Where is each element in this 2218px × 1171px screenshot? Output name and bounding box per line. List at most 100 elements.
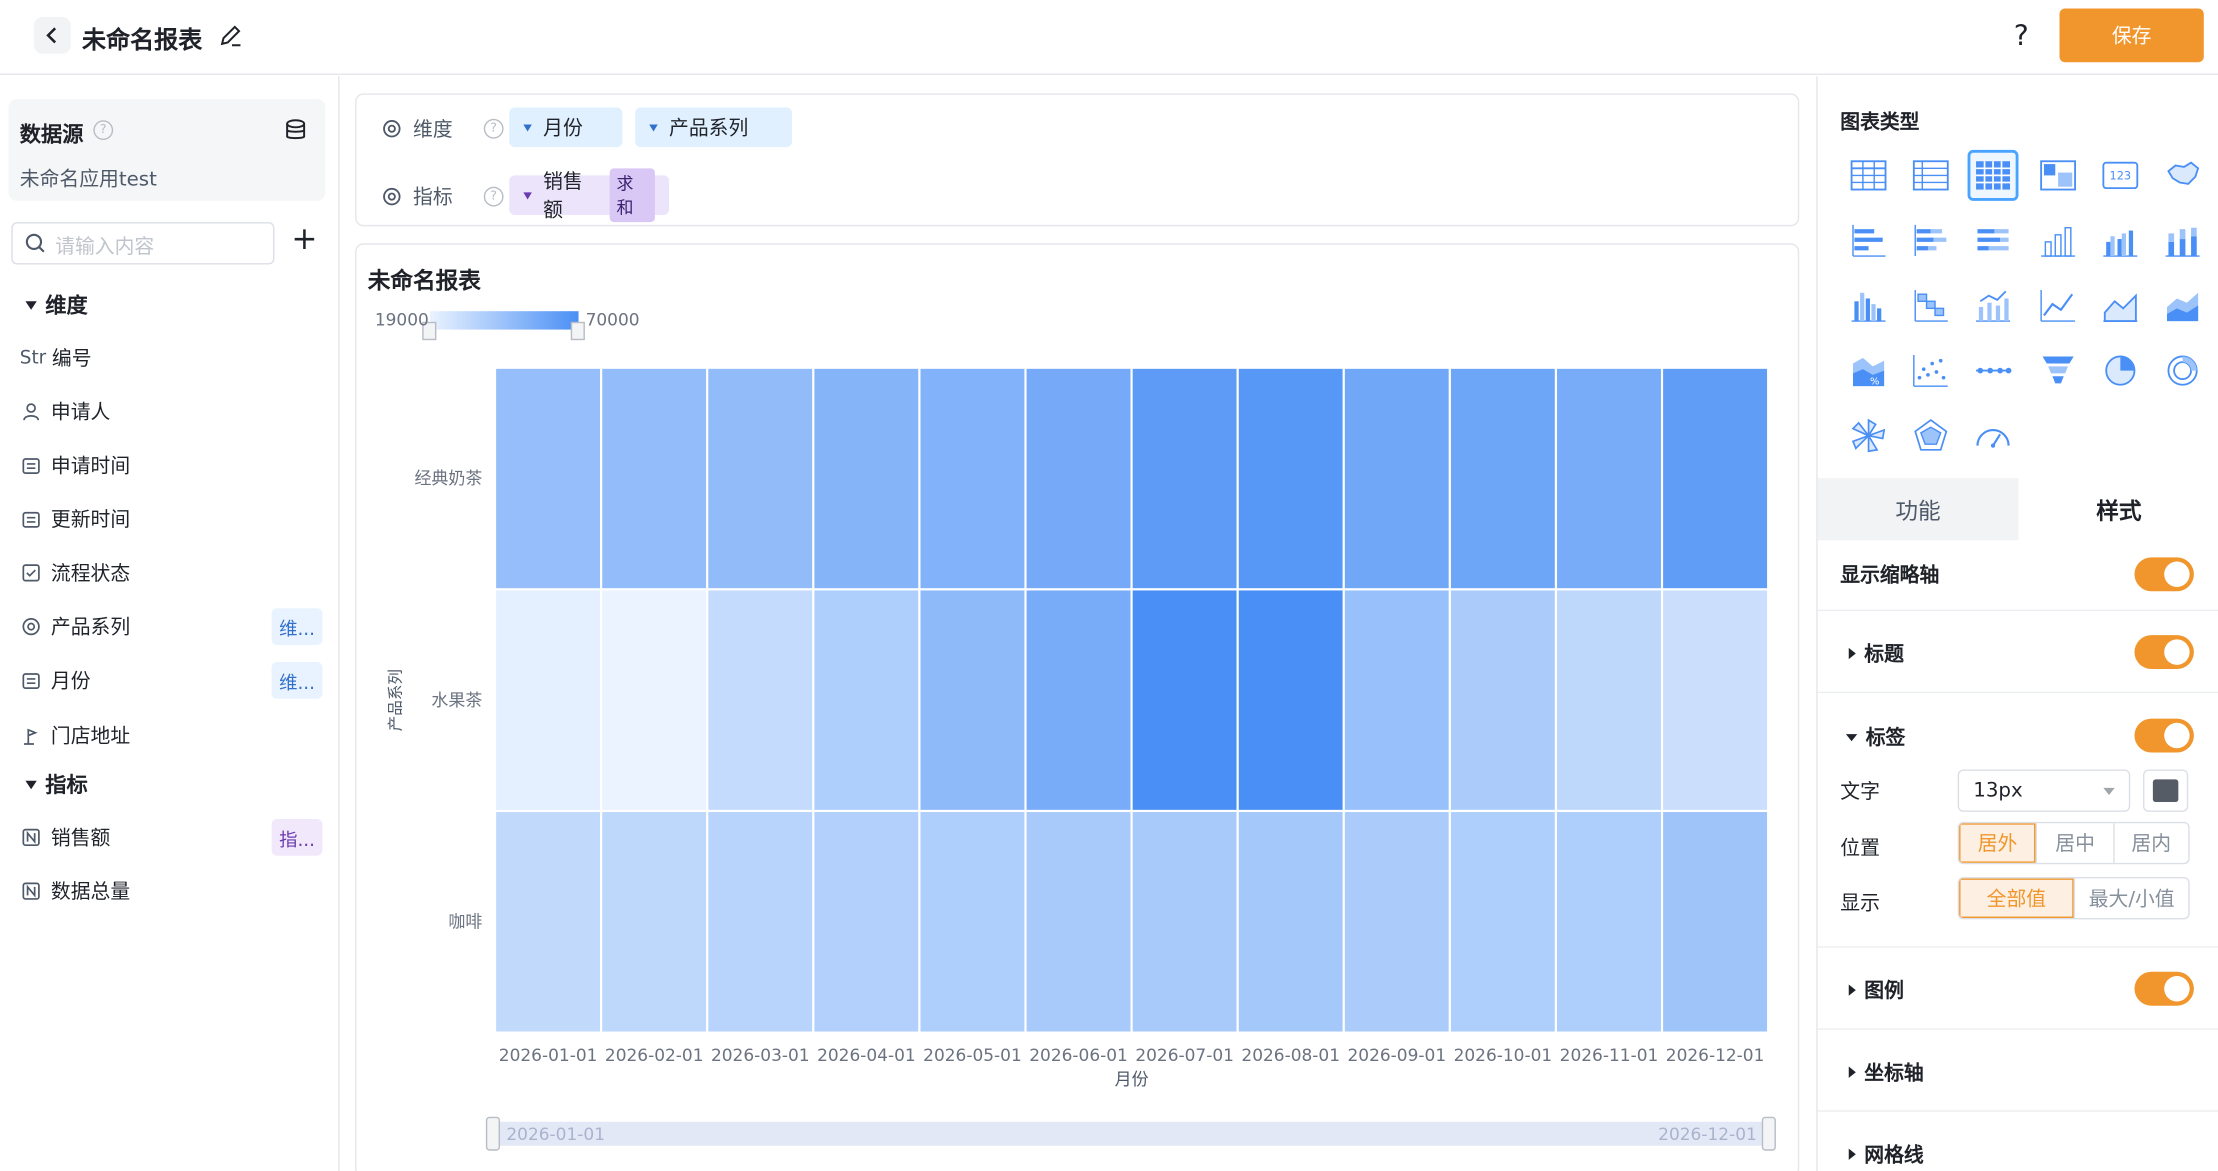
position-center-option[interactable]: 居中 (2035, 823, 2113, 863)
heatmap-cell[interactable] (600, 588, 709, 813)
field-item-id[interactable]: Str 编号 (20, 342, 92, 373)
field-search-input[interactable]: 请输入内容 (11, 222, 275, 265)
heatmap-cell[interactable] (600, 809, 709, 1034)
edit-icon[interactable] (218, 23, 243, 48)
number-card-icon[interactable]: 123 (2098, 153, 2143, 198)
pie-chart-icon[interactable] (2098, 348, 2143, 393)
heatmap-cell[interactable] (1236, 366, 1345, 591)
heatmap-cell[interactable] (1130, 588, 1239, 813)
gantt-chart-icon[interactable] (1908, 283, 1953, 328)
field-item-count[interactable]: 数据总量 (20, 876, 130, 907)
help-icon[interactable]: ? (483, 118, 504, 139)
heatmap-cell[interactable] (706, 366, 815, 591)
heatmap-cell[interactable] (1342, 366, 1451, 591)
position-outside-option[interactable]: 居外 (1959, 823, 2036, 863)
heatmap-cell[interactable] (1448, 809, 1558, 1034)
heatmap-cell[interactable] (812, 366, 921, 591)
display-all-option[interactable]: 全部值 (1959, 878, 2074, 919)
heatmap-cell[interactable] (1342, 809, 1451, 1034)
field-item-update-time[interactable]: 更新时间 (20, 504, 130, 535)
heatmap-cell[interactable] (706, 588, 815, 813)
heatmap-cell[interactable] (1236, 809, 1345, 1034)
heatmap-cell[interactable] (812, 588, 921, 813)
heatmap-cell[interactable] (1130, 809, 1239, 1034)
metric-section-header[interactable]: 指标 (25, 769, 88, 799)
field-item-product-series[interactable]: 产品系列 (20, 611, 130, 642)
dot-line-icon[interactable] (1970, 348, 2015, 393)
heatmap-cell[interactable] (1554, 809, 1664, 1034)
heatmap-cell[interactable] (918, 809, 1027, 1034)
heatmap-cell[interactable] (1024, 588, 1133, 813)
radar-chart-icon[interactable] (1908, 413, 1953, 458)
datasource-card[interactable]: 数据源 ? 未命名应用test (8, 99, 326, 201)
display-minmax-option[interactable]: 最大/小值 (2073, 878, 2189, 919)
save-button[interactable]: 保存 (2059, 8, 2204, 63)
heatmap-cell[interactable] (1342, 588, 1451, 813)
heatmap-cell[interactable] (1236, 588, 1345, 813)
table-chart-icon[interactable] (1846, 153, 1891, 198)
bar-line-combo-icon[interactable] (1970, 283, 2015, 328)
heatmap-cell[interactable] (494, 588, 603, 813)
metric-pill-sales[interactable]: 销售额 求和 (509, 168, 670, 223)
percent-area-icon[interactable]: % (1846, 348, 1891, 393)
heatmap-cell[interactable] (918, 588, 1027, 813)
title-toggle[interactable] (2134, 635, 2194, 670)
heatmap-cell[interactable] (1130, 366, 1239, 591)
heatmap-cell[interactable] (494, 809, 603, 1034)
donut-chart-icon[interactable] (2160, 348, 2205, 393)
help-icon[interactable]: ? (2006, 18, 2037, 52)
heatmap-cell[interactable] (918, 366, 1027, 591)
tab-function[interactable]: 功能 (1817, 478, 2019, 541)
heatmap-chart-icon[interactable] (1967, 149, 2019, 201)
dimension-pill-product-series[interactable]: 产品系列 (635, 107, 793, 148)
heatmap-cell[interactable] (1448, 366, 1558, 591)
horizontal-bar-icon[interactable] (1846, 218, 1891, 263)
rose-chart-icon[interactable] (1846, 413, 1891, 458)
data-zoom-end-handle[interactable] (1761, 1116, 1776, 1151)
column-chart-icon[interactable] (2035, 218, 2080, 263)
tab-style[interactable]: 样式 (2018, 478, 2218, 541)
field-item-month[interactable]: 月份 (20, 665, 91, 696)
grid-setting-row[interactable]: 网格线 (1818, 1112, 2218, 1171)
heatmap-cell[interactable] (1024, 366, 1133, 591)
help-icon[interactable]: ? (483, 186, 504, 207)
percent-bar-icon[interactable] (1970, 218, 2015, 263)
field-item-apply-time[interactable]: 申请时间 (20, 450, 130, 481)
heatmap-cell[interactable] (494, 366, 603, 591)
line-chart-icon[interactable] (2035, 283, 2080, 328)
dimension-pill-month[interactable]: 月份 (509, 107, 623, 148)
visual-map-bar[interactable] (430, 311, 579, 330)
dimension-section-header[interactable]: 维度 (25, 290, 88, 320)
add-field-button[interactable]: + (291, 223, 317, 257)
visual-map-max-handle[interactable] (570, 321, 585, 341)
font-color-picker[interactable] (2142, 769, 2189, 812)
pivot-table-icon[interactable] (2035, 153, 2080, 198)
title-setting-row[interactable]: 标题 (1817, 611, 2218, 694)
detail-table-icon[interactable] (1908, 153, 1953, 198)
heatmap-cell[interactable] (1024, 809, 1133, 1034)
stacked-area-icon[interactable] (2160, 283, 2205, 328)
funnel-chart-icon[interactable] (2035, 348, 2080, 393)
data-zoom-slider[interactable] (495, 1121, 1769, 1146)
heatmap-cell[interactable] (706, 809, 815, 1034)
heatmap-cell[interactable] (1448, 588, 1558, 813)
label-section[interactable]: 标签 (1845, 723, 1905, 751)
grouped-column-icon[interactable] (2098, 218, 2143, 263)
axis-setting-row[interactable]: 坐标轴 (1817, 1030, 2218, 1112)
stacked-bar-icon[interactable] (1908, 218, 1953, 263)
label-toggle[interactable] (2134, 718, 2194, 753)
zoom-axis-toggle[interactable] (2134, 557, 2194, 592)
heatmap-cell[interactable] (1660, 809, 1770, 1034)
legend-setting-row[interactable]: 图例 (1817, 948, 2218, 1030)
heatmap-cell[interactable] (1554, 366, 1664, 591)
heatmap-chart[interactable]: 19000 70000 经典奶茶水果茶咖啡 2026-01-01 2026-02-01 2… (356, 245, 1800, 1171)
field-item-sales[interactable]: 销售额 (20, 822, 110, 853)
back-button[interactable] (33, 16, 71, 54)
heatmap-cell[interactable] (1554, 588, 1664, 813)
scatter-chart-icon[interactable] (1908, 348, 1953, 393)
field-item-applicant[interactable]: 申请人 (20, 396, 110, 427)
field-item-process-status[interactable]: 流程状态 (20, 557, 130, 588)
heatmap-cell[interactable] (600, 366, 709, 591)
legend-toggle[interactable] (2134, 971, 2194, 1006)
heatmap-cell[interactable] (1660, 366, 1770, 591)
